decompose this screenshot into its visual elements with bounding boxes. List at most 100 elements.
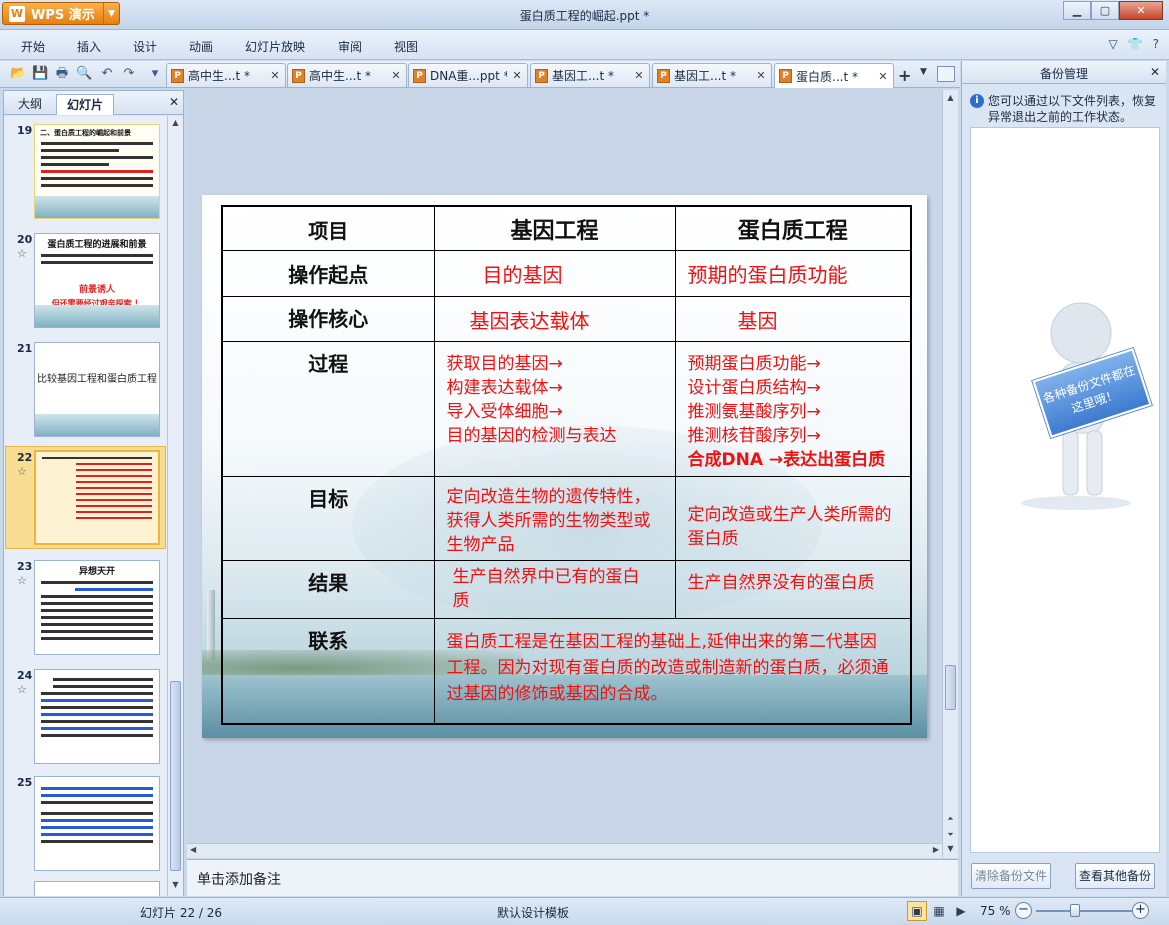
design-template-name[interactable]: 默认设计模板 (497, 904, 569, 921)
notes-placeholder[interactable]: 单击添加备注 (197, 869, 281, 889)
row-label[interactable]: 过程 (221, 340, 435, 477)
cell-relation[interactable]: 蛋白质工程是在基因工程的基础上,延伸出来的第二代基因工程。因为对现有蛋白质的改造… (433, 617, 912, 725)
row-label[interactable]: 结果 (221, 559, 435, 619)
menu-home[interactable]: 开始 (21, 38, 45, 55)
edit-vertical-scrollbar[interactable]: ▲ ⏶ ⏷ ▼ (942, 90, 958, 858)
slide-thumbnail-selected[interactable] (34, 450, 160, 545)
cell-protein-core[interactable]: 基因 (674, 295, 912, 342)
scroll-up-icon[interactable]: ▲ (168, 118, 183, 132)
help-icon[interactable]: ? (1153, 37, 1159, 51)
doc-tab-6-active[interactable]: P 蛋白质...t * ✕ (774, 63, 894, 88)
zoom-level[interactable]: 75 % (980, 904, 1011, 918)
row-label[interactable]: 目标 (221, 475, 435, 561)
backup-panel-title[interactable]: 备份管理 (962, 65, 1166, 82)
cell-gene-goal[interactable]: 定向改造生物的遗传特性，获得人类所需的生物类型或生物产品 (433, 475, 676, 561)
previous-slide-icon[interactable]: ⏶ (943, 814, 958, 824)
zoom-slider-track[interactable] (1036, 910, 1134, 912)
close-tab-icon[interactable]: ✕ (269, 69, 281, 82)
cell-gene-core[interactable]: 基因表达载体 (433, 295, 676, 342)
undo-icon[interactable]: ↶ (99, 66, 115, 82)
scrollbar-thumb[interactable] (170, 681, 181, 871)
row-label[interactable]: 联系 (221, 617, 435, 725)
cell-gene-start[interactable]: 目的基因 (433, 249, 676, 297)
scroll-up-icon[interactable]: ▲ (943, 93, 958, 102)
doc-tab-3[interactable]: P DNA重...ppt * ✕ (408, 63, 528, 87)
cell-protein-result[interactable]: 生产自然界没有的蛋白质 (674, 559, 912, 619)
skin-icon[interactable]: 👕 (1128, 37, 1143, 51)
slide-thumbnail[interactable]: 异想天开 (34, 560, 160, 655)
window-title: 蛋白质工程的崛起.ppt * (519, 9, 650, 23)
doc-tab-5[interactable]: P 基因工...t * ✕ (652, 63, 772, 87)
slide-thumbnail[interactable]: 蛋白质工程的进展和前景 前景诱人 但还需要经过艰辛探索 ！ (34, 233, 160, 328)
cell-protein-start[interactable]: 预期的蛋白质功能 (674, 249, 912, 297)
menu-view[interactable]: 视图 (394, 38, 418, 55)
close-panel-icon[interactable]: ✕ (169, 95, 179, 109)
print-preview-icon[interactable]: 🔍 (76, 66, 92, 82)
scroll-right-icon[interactable]: ▶ (933, 845, 939, 854)
close-tab-icon[interactable]: ✕ (877, 70, 889, 83)
scrollbar-thumb[interactable] (945, 665, 956, 710)
zoom-slider-knob[interactable] (1070, 904, 1081, 917)
chevron-down-icon[interactable]: ▼ (920, 67, 927, 77)
tab-slides[interactable]: 幻灯片 (56, 94, 115, 115)
open-icon[interactable]: 📂 (10, 66, 26, 82)
maximize-button[interactable]: ▢ (1091, 1, 1119, 20)
slide-thumbnail[interactable]: 比较基因工程和蛋白质工程 (34, 342, 160, 437)
header-gene-engineering[interactable]: 基因工程 (433, 205, 676, 251)
slide-thumbnail[interactable] (34, 669, 160, 764)
thumbnail-list[interactable]: 19 二、蛋白质工程的崛起和前景 20 ☆ 蛋白质工程的进展和前景 前景诱人 但… (4, 116, 167, 896)
tab-outline[interactable]: 大纲 (8, 94, 52, 115)
collapse-ribbon-icon[interactable]: ▽ (1108, 37, 1117, 51)
customize-toolbar-icon[interactable]: ▾ (147, 66, 163, 82)
header-item[interactable]: 项目 (221, 205, 435, 251)
view-other-backups-button[interactable]: 查看其他备份 (1075, 863, 1155, 889)
menu-review[interactable]: 审阅 (338, 38, 362, 55)
scroll-down-icon[interactable]: ▼ (168, 880, 183, 894)
close-tab-icon[interactable]: ✕ (633, 69, 645, 82)
notes-pane[interactable]: 单击添加备注 (187, 859, 958, 896)
close-tab-icon[interactable]: ✕ (511, 69, 523, 82)
close-tab-icon[interactable]: ✕ (755, 69, 767, 82)
cell-protein-process[interactable]: 预期蛋白质功能→ 设计蛋白质结构→ 推测氨基酸序列→ 推测核苷酸序列→ 合成DN… (674, 340, 912, 477)
minimize-button[interactable]: ▁ (1063, 1, 1091, 20)
row-label[interactable]: 操作起点 (221, 249, 435, 297)
slide-edit-area[interactable]: 项目 基因工程 蛋白质工程 操作起点 目的基因 预期的蛋白质功能 操作核心 基因… (187, 90, 958, 858)
cell-protein-goal[interactable]: 定向改造或生产人类所需的蛋白质 (674, 475, 912, 561)
menu-animation[interactable]: 动画 (189, 38, 213, 55)
redo-icon[interactable]: ↷ (121, 66, 137, 82)
print-icon[interactable]: 🖶 (54, 66, 70, 82)
slide-thumbnail[interactable] (34, 776, 160, 871)
cell-gene-result[interactable]: 生产自然界中已有的蛋白质 (433, 559, 676, 619)
doc-tab-2[interactable]: P 高中生...t * ✕ (287, 63, 407, 87)
menu-design[interactable]: 设计 (133, 38, 157, 55)
normal-view-icon[interactable]: ▣ (907, 901, 927, 921)
save-icon[interactable]: 💾 (32, 66, 48, 82)
doc-tab-1[interactable]: P 高中生...t * ✕ (166, 63, 286, 87)
zoom-in-button[interactable]: + (1132, 902, 1149, 919)
clear-backup-button[interactable]: 清除备份文件 (971, 863, 1051, 889)
close-panel-icon[interactable]: ✕ (1150, 65, 1160, 79)
slide-canvas[interactable]: 项目 基因工程 蛋白质工程 操作起点 目的基因 预期的蛋白质功能 操作核心 基因… (202, 195, 927, 738)
backup-file-list[interactable]: 各种备份文件都在这里哦！ (970, 127, 1160, 853)
doc-tab-4[interactable]: P 基因工...t * ✕ (530, 63, 650, 87)
zoom-out-button[interactable]: − (1015, 902, 1032, 919)
thumbnail-scrollbar[interactable]: ▲ ▼ (167, 116, 183, 896)
next-slide-icon[interactable]: ⏷ (943, 830, 958, 840)
close-tab-icon[interactable]: ✕ (390, 69, 402, 82)
slideshow-view-icon[interactable]: ▶ (951, 901, 971, 921)
close-window-button[interactable]: ✕ (1119, 1, 1163, 20)
menu-insert[interactable]: 插入 (77, 38, 101, 55)
slide-sorter-view-icon[interactable]: ▦ (929, 901, 949, 921)
cell-gene-process[interactable]: 获取目的基因→ 构建表达载体→ 导入受体细胞→ 目的基因的检测与表达 (433, 340, 676, 477)
scroll-down-icon[interactable]: ▼ (943, 844, 958, 853)
comparison-table[interactable]: 项目 基因工程 蛋白质工程 操作起点 目的基因 预期的蛋白质功能 操作核心 基因… (221, 205, 912, 725)
window-list-icon[interactable] (937, 66, 955, 82)
slide-thumbnail[interactable] (34, 881, 160, 896)
new-tab-icon[interactable]: + (898, 66, 911, 85)
edit-horizontal-scrollbar[interactable]: ◀ ▶ (187, 843, 942, 858)
header-protein-engineering[interactable]: 蛋白质工程 (674, 205, 912, 251)
menu-slideshow[interactable]: 幻灯片放映 (245, 38, 305, 55)
row-label[interactable]: 操作核心 (221, 295, 435, 342)
slide-thumbnail[interactable]: 二、蛋白质工程的崛起和前景 (34, 124, 160, 219)
scroll-left-icon[interactable]: ◀ (190, 845, 196, 854)
